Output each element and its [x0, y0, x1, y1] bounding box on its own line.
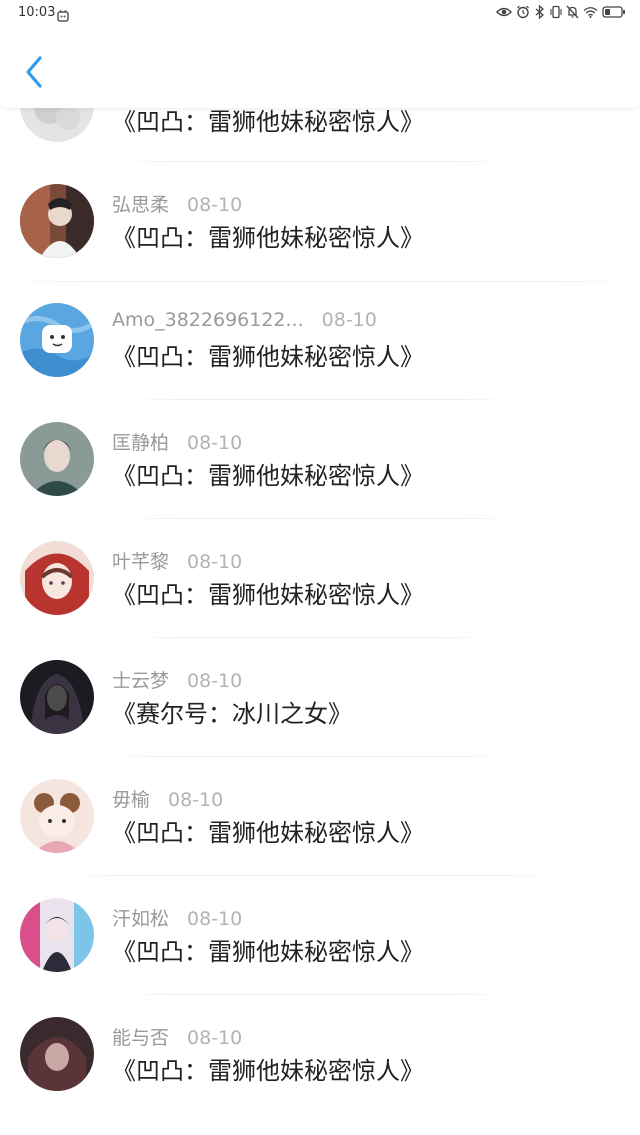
comment-date: 08-10	[321, 309, 377, 331]
divider	[0, 281, 640, 282]
list-item[interactable]: 毋榆 08-10 《凹凸：雷狮他妹秘密惊人》	[0, 779, 640, 897]
divider	[60, 875, 560, 876]
list-item[interactable]: 能与否 08-10 《凹凸：雷狮他妹秘密惊人》	[0, 1017, 640, 1135]
comment-text: 《赛尔号：冰川之女》	[112, 700, 352, 728]
comment-date: 08-10	[187, 908, 243, 930]
avatar	[20, 1017, 94, 1091]
comment-text: 《凹凸：雷狮他妹秘密惊人》	[112, 938, 424, 966]
bluetooth-icon	[534, 5, 546, 19]
divider	[130, 637, 490, 638]
list-item[interactable]: Amo_3822696122... 08-10 《凹凸：雷狮他妹秘密惊人》	[0, 303, 640, 421]
divider	[110, 756, 510, 757]
wifi-icon	[583, 6, 598, 18]
list-item[interactable]: 匡静柏 08-10 《凹凸：雷狮他妹秘密惊人》	[0, 422, 640, 540]
vibrate-icon	[550, 5, 562, 19]
divider	[120, 518, 520, 519]
avatar	[20, 184, 94, 258]
comment-text: 《凹凸：雷狮他妹秘密惊人》	[112, 1057, 424, 1085]
user-name[interactable]: 汗如松	[112, 908, 169, 930]
avatar	[20, 779, 94, 853]
alarm-icon	[516, 5, 530, 19]
list-item[interactable]: 弘思柔 08-10 《凹凸：雷狮他妹秘密惊人》	[0, 184, 640, 302]
user-name[interactable]: 匡静柏	[112, 432, 169, 454]
comment-text: 《凹凸：雷狮他妹秘密惊人》	[112, 224, 424, 252]
comment-text: 《凹凸：雷狮他妹秘密惊人》	[112, 462, 424, 490]
avatar	[20, 898, 94, 972]
user-name[interactable]: 弘思柔	[112, 194, 169, 216]
comment-date: 08-10	[168, 789, 224, 811]
status-bar: 10:03	[0, 0, 640, 28]
status-time: 10:03	[18, 5, 56, 20]
list-item[interactable]: 叶芊黎 08-10 《凹凸：雷狮他妹秘密惊人》	[0, 541, 640, 659]
comment-date: 08-10	[187, 670, 243, 692]
avatar	[20, 422, 94, 496]
user-name[interactable]: 叶芊黎	[112, 551, 169, 573]
user-name[interactable]: Amo_3822696122...	[112, 309, 304, 331]
battery-icon	[602, 6, 626, 18]
comment-text: 《凹凸：雷狮他妹秘密惊人》	[112, 581, 424, 609]
comment-date: 08-10	[187, 432, 243, 454]
avatar	[20, 303, 94, 377]
list-item[interactable]: 士云梦 08-10 《赛尔号：冰川之女》	[0, 660, 640, 778]
back-button[interactable]	[14, 52, 54, 92]
divider	[130, 399, 510, 400]
comment-date: 08-10	[187, 551, 243, 573]
header	[0, 28, 640, 108]
comment-date: 08-10	[187, 194, 243, 216]
divider	[120, 994, 510, 995]
avatar	[20, 660, 94, 734]
comment-text: 《凹凸：雷狮他妹秘密惊人》	[112, 819, 424, 847]
avatar	[20, 541, 94, 615]
user-name[interactable]: 士云梦	[112, 670, 169, 692]
chevron-left-icon	[26, 56, 42, 88]
list-item[interactable]: 汗如松 08-10 《凹凸：雷狮他妹秘密惊人》	[0, 898, 640, 1016]
comment-date: 08-10	[187, 1027, 243, 1049]
divider	[120, 161, 510, 162]
user-name[interactable]: 毋榆	[112, 789, 150, 811]
user-name[interactable]: 能与否	[112, 1027, 169, 1049]
eye-icon	[496, 6, 512, 18]
comment-text: 《凹凸：雷狮他妹秘密惊人》	[112, 343, 424, 371]
notification-app-icon	[57, 7, 69, 26]
mute-icon	[566, 5, 579, 19]
